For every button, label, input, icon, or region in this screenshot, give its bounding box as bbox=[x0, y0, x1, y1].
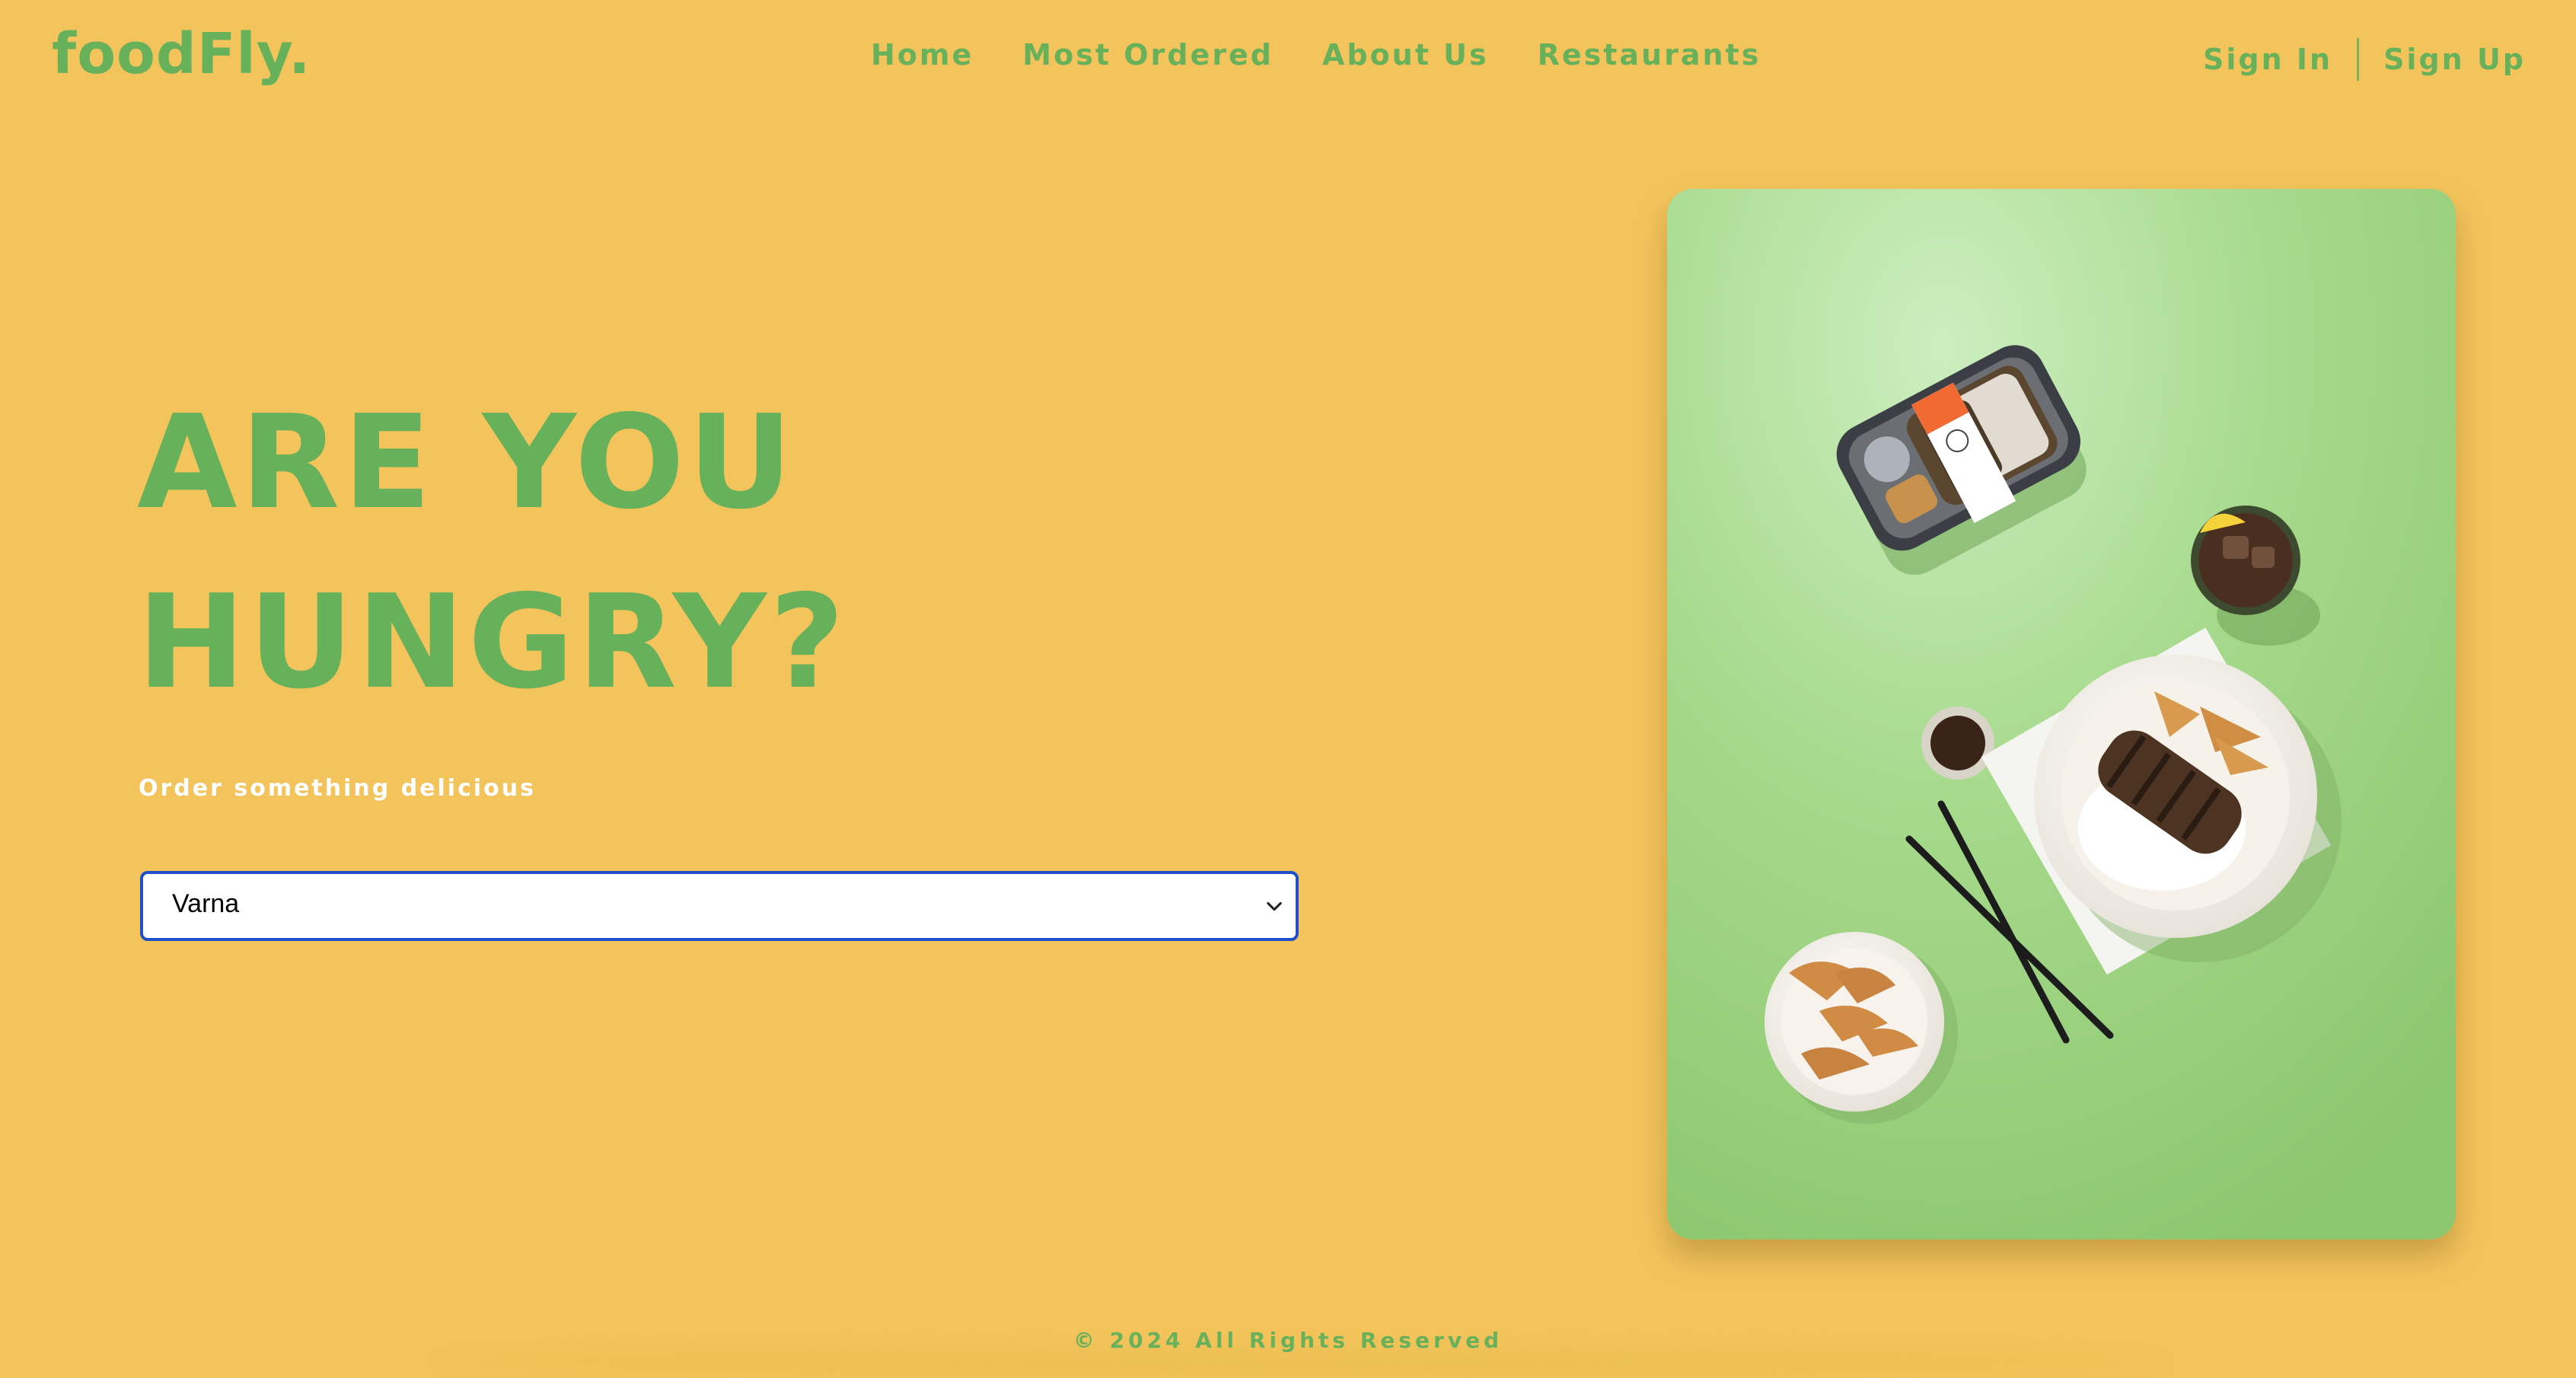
hero-title: ARE YOU HUNGRY? bbox=[137, 373, 847, 732]
sign-up-link[interactable]: Sign Up bbox=[2383, 43, 2526, 76]
city-select-value: Varna bbox=[172, 889, 240, 918]
hero-title-line-1: ARE YOU bbox=[137, 388, 796, 538]
food-photo-illustration bbox=[1667, 189, 2456, 1239]
hero-title-line-2: HUNGRY? bbox=[137, 567, 848, 718]
logo[interactable]: foodFly. bbox=[52, 21, 311, 87]
city-select[interactable]: Varna bbox=[140, 871, 1299, 941]
nav-link-restaurants[interactable]: Restaurants bbox=[1538, 38, 1761, 72]
iced-drink bbox=[2191, 506, 2300, 615]
main-nav: Home Most Ordered About Us Restaurants bbox=[871, 38, 1761, 72]
nav-link-most-ordered[interactable]: Most Ordered bbox=[1022, 38, 1274, 72]
hero-subtitle: Order something delicious bbox=[139, 775, 536, 802]
dumpling-plate bbox=[1765, 932, 1944, 1112]
auth-links: Sign In Sign Up bbox=[2203, 38, 2526, 81]
auth-divider bbox=[2357, 38, 2360, 81]
main-plate bbox=[2034, 655, 2317, 938]
site-header: foodFly. Home Most Ordered About Us Rest… bbox=[0, 0, 2576, 114]
nav-link-about-us[interactable]: About Us bbox=[1322, 38, 1489, 72]
food-photo bbox=[1667, 189, 2456, 1239]
sign-in-link[interactable]: Sign In bbox=[2203, 43, 2332, 76]
chevron-down-icon bbox=[1267, 901, 1282, 911]
footer-copyright: © 2024 All Rights Reserved bbox=[1073, 1328, 1503, 1353]
nav-link-home[interactable]: Home bbox=[871, 38, 974, 72]
